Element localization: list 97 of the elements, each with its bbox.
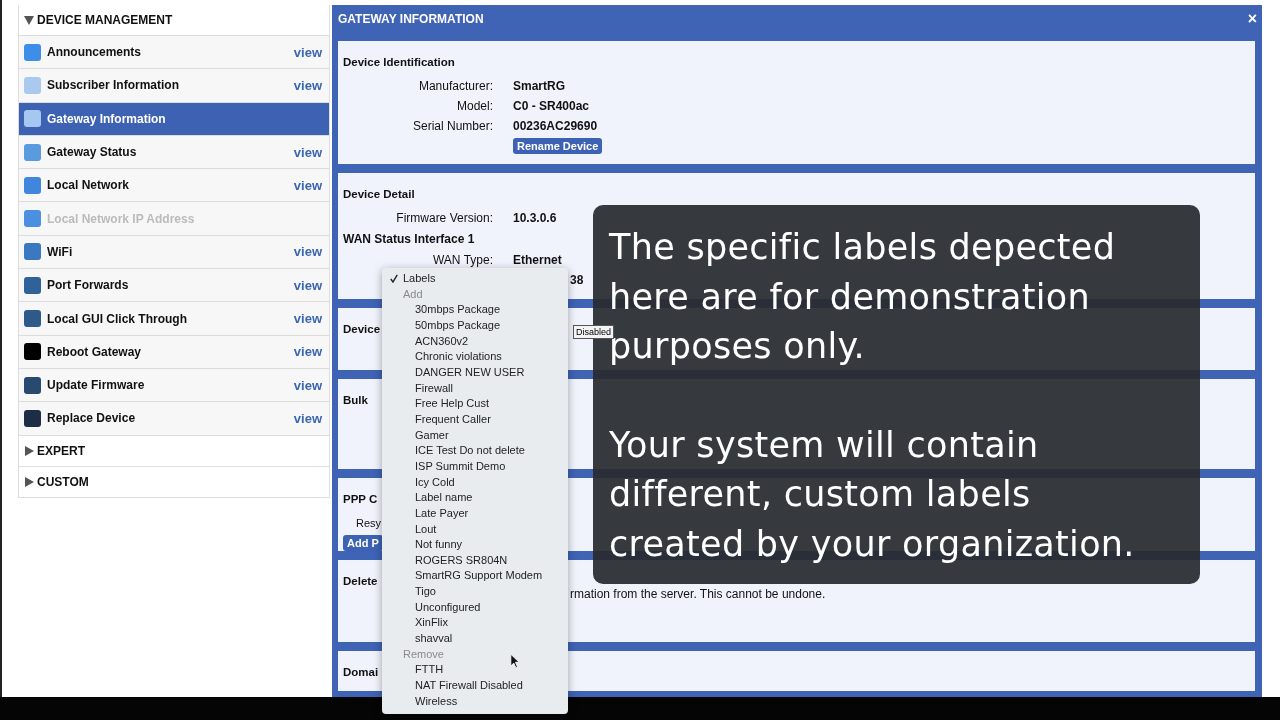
cursor-icon [510,653,520,669]
menu-item[interactable]: FTTH [382,662,568,679]
triangle-icon [24,15,34,25]
close-button[interactable]: × [1247,9,1257,28]
sidebar-item[interactable]: Local Network view [19,169,329,203]
item-label: Local Network [47,178,131,193]
menu-group-heading: Remove [403,646,444,662]
section-heading: Delete [343,575,378,587]
sidebar-item[interactable]: Local GUI Click Through view [19,302,329,336]
action-button[interactable]: Add P [343,535,383,551]
warning-text: rmation from the server. This cannot be undone. [570,587,826,601]
field-label: Serial Number: [411,119,493,133]
view-link[interactable]: view [293,277,322,293]
view-link[interactable]: view [293,144,322,160]
menu-item[interactable]: Free Help Cust [382,396,568,412]
field-label: Resy [356,517,382,529]
field-label: WAN Type: [431,253,493,267]
section-heading: Domai [343,666,379,678]
caption-text: Your system will contain different, custom labels created by your organization. [609,423,1136,566]
item-label: Local GUI Click Through [47,311,188,326]
sidebar-item[interactable]: Reboot Gateway view [19,335,329,369]
section-heading: PPP C [343,493,378,505]
sidebar-item[interactable]: Port Forwards view [19,269,329,303]
field-value: 00236AC29690 [513,119,598,133]
menu-item[interactable]: SmartRG Support Modem [382,568,568,585]
item-label: Port Forwards [47,278,130,293]
item-label: Gateway Information [47,111,167,126]
panel-title: GATEWAY INFORMATION [338,11,484,26]
item-label: Replace Device [47,411,137,426]
sidebar-item[interactable]: Gateway Status view [19,135,329,170]
menu-item[interactable]: Icy Cold [382,474,568,491]
menu-item[interactable]: Wireless [382,693,568,710]
view-link[interactable]: view [293,311,322,326]
menu-item[interactable]: DANGER NEW USER [382,364,568,381]
menu-item[interactable]: Not funny [382,537,568,553]
sidebar-item[interactable]: Update Firmware view [19,368,329,403]
sidebar-item[interactable]: Subscriber Information view [19,69,329,103]
field-label: Firmware Version: [395,211,493,225]
menu-item[interactable]: NAT Firewall Disabled [382,678,568,694]
view-link[interactable]: view [293,344,322,360]
item-label: Subscriber Information [47,78,181,93]
sidebar-item[interactable]: Replace Device view [19,402,329,436]
view-link[interactable]: view [293,177,322,193]
section-title: DEVICE MANAGEMENT [37,13,173,27]
action-button[interactable]: Rename Device [513,138,603,154]
view-link[interactable]: view [293,44,322,60]
field-label: Model: [455,99,493,113]
menu-item[interactable]: ICE Test Do not delete [382,443,568,459]
menu-item[interactable]: Chronic violations [382,349,568,365]
menu-item[interactable]: Labels [382,271,568,287]
menu-item[interactable]: Gamer [382,427,568,444]
field-value: Ethernet [513,253,562,267]
menu-item[interactable]: 30mbps Package [382,302,568,318]
section-title: EXPERT [37,443,85,458]
subheading: WAN Status Interface 1 [343,231,475,248]
menu-item[interactable]: XinFlix [382,615,568,632]
menu-item-label: Labels [403,271,436,286]
menu-item[interactable]: ISP Summit Demo [382,458,568,475]
menu-item[interactable]: shavval [382,631,568,647]
section-heading: Bulk [343,394,368,406]
menu-item[interactable]: Late Payer [382,505,568,522]
section-heading: Device [343,323,381,335]
item-label: Reboot Gateway [47,344,143,359]
menu-item[interactable]: Frequent Caller [382,411,568,428]
sidebar-item[interactable]: Gateway Information [19,102,329,136]
view-link[interactable]: view [293,377,322,393]
field-value: 38 [570,273,584,287]
check-icon [390,274,398,283]
item-label: Update Firmware [47,378,146,393]
menu-item[interactable]: ROGERS SR804N [382,552,568,569]
item-label: Local Network IP Address [47,211,196,226]
field-label: Manufacturer: [417,79,493,93]
sidebar-item[interactable]: WiFi view [19,235,329,270]
item-label: WiFi [47,244,74,259]
section-heading: Device Identification [343,56,455,68]
field-value: 10.3.0.6 [513,211,557,225]
item-label: Gateway Status [47,145,138,160]
menu-item[interactable]: Label name [382,490,568,506]
menu-item[interactable]: Unconfigured [382,599,568,616]
menu-item[interactable]: Firewall [382,380,568,397]
view-link[interactable]: view [293,244,322,260]
triangle-icon [24,476,34,487]
menu-item[interactable]: 50mbps Package [382,317,568,334]
view-link[interactable]: view [293,410,322,426]
field-value: C0 - SR400ac [513,99,590,113]
item-label: Announcements [47,45,142,60]
status-button[interactable]: Disabled [573,325,615,339]
menu-item[interactable]: Tigo [382,584,568,600]
section-heading: Device Detail [343,188,415,200]
menu-item[interactable]: ACN360v2 [382,333,568,350]
field-value: SmartRG [513,79,565,93]
menu-item[interactable]: Lout [382,521,568,538]
menu-group-heading: Add [403,286,423,302]
view-link[interactable]: view [293,77,322,93]
section-title: CUSTOM [37,474,89,489]
sidebar-item[interactable]: Announcements view [19,36,329,70]
triangle-icon [24,445,34,456]
